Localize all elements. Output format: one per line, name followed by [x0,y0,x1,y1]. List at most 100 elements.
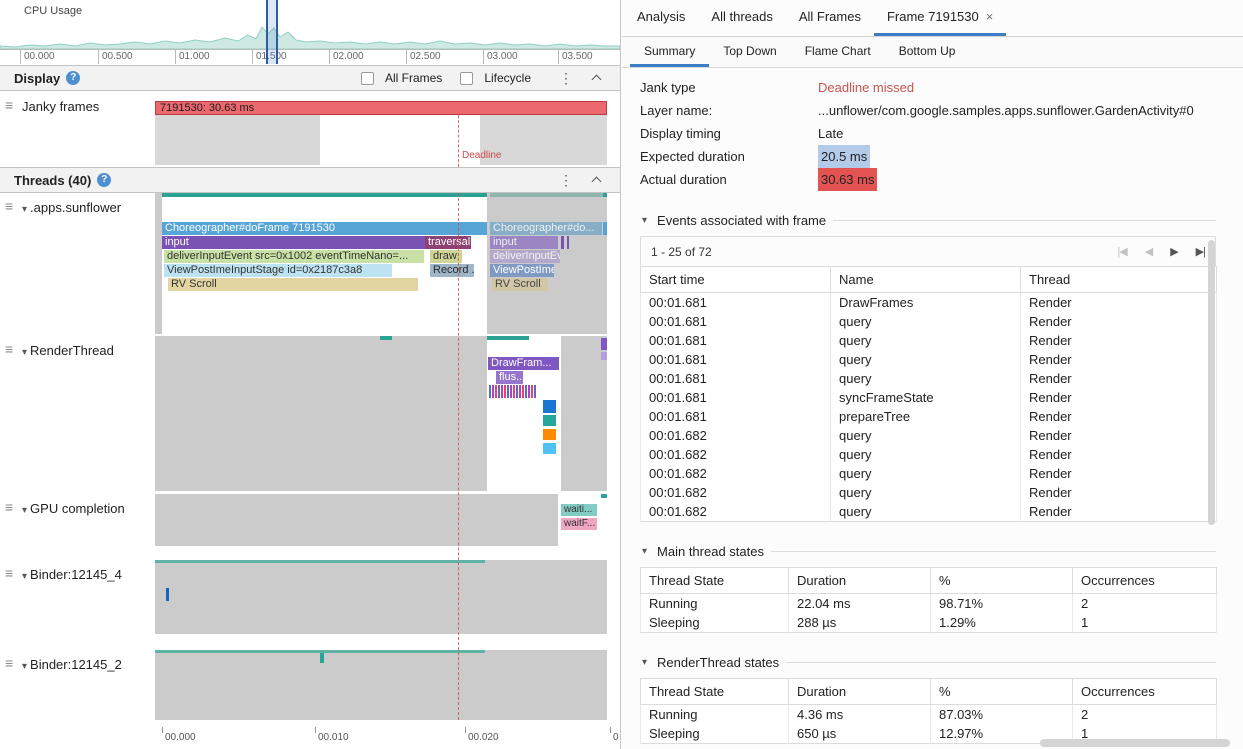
thread-name[interactable]: ▾.apps.sunflower [22,200,121,215]
cell-thread[interactable]: Render [1021,426,1217,445]
events-section-header[interactable]: ▾ Events associated with frame [642,213,1216,228]
trace-event-sliver[interactable] [603,193,607,197]
table-row[interactable]: 00:01.681 query Render [641,350,1217,369]
trace-event-block[interactable] [543,400,556,413]
cell-start-time[interactable]: 00:01.681 [641,350,831,369]
column-header[interactable]: Name [831,267,1021,293]
collapse-chevron-icon[interactable] [592,75,602,85]
section-collapse-icon[interactable]: ▾ [642,215,647,226]
cell-thread[interactable]: Render [1021,502,1217,522]
first-page-icon[interactable]: |◀ [1117,245,1126,258]
cell-name[interactable]: DrawFrames [831,293,1021,313]
help-icon[interactable]: ? [97,173,111,187]
trace-event-choreographer[interactable]: Choreographer#doFrame 7191530 [162,222,487,235]
cell-thread[interactable]: Render [1021,369,1217,388]
cell-name[interactable]: syncFrameState [831,388,1021,407]
cell-thread[interactable]: Render [1021,388,1217,407]
trace-event-wait-fence[interactable]: waitF... [561,518,597,530]
trace-event-sliver[interactable] [567,236,569,249]
collapse-chevron-icon[interactable] [592,177,602,187]
all-frames-checkbox-label[interactable]: All Frames [385,71,442,85]
trace-event-sliver[interactable] [601,352,607,360]
table-row[interactable]: 00:01.681 prepareTree Render [641,407,1217,426]
next-page-icon[interactable]: ▶ [1170,245,1177,258]
grip-icon[interactable]: ≡ [5,566,13,580]
trace-event-block[interactable] [543,443,556,454]
trace-event-deliver-input-dim[interactable]: deliverInputEven... [490,250,560,263]
grip-icon[interactable]: ≡ [5,342,13,356]
tab-analysis[interactable]: Analysis [624,0,698,36]
column-header[interactable]: Duration [789,679,931,705]
last-page-icon[interactable]: ▶| [1196,245,1205,258]
trace-event-block[interactable] [543,429,556,440]
cell-start-time[interactable]: 00:01.682 [641,445,831,464]
trace-event-input-dim[interactable]: input [490,236,558,249]
table-row[interactable]: 00:01.682 query Render [641,445,1217,464]
kebab-menu-icon[interactable]: ⋮ [549,172,583,189]
table-row[interactable]: 00:01.681 DrawFrames Render [641,293,1217,313]
table-row[interactable]: 00:01.681 query Render [641,331,1217,350]
trace-event-sliver[interactable] [166,588,169,601]
tab-bottom-up[interactable]: Bottom Up [885,37,970,67]
trace-event-traversal[interactable]: traversal [425,236,471,249]
cell-thread[interactable]: Render [1021,350,1217,369]
lifecycle-checkbox[interactable] [460,72,473,85]
cell-thread[interactable]: Render [1021,464,1217,483]
column-header[interactable]: Occurrences [1073,679,1217,705]
cell-thread[interactable]: Render [1021,293,1217,313]
kebab-menu-icon[interactable]: ⋮ [549,70,583,87]
cell-name[interactable]: prepareTree [831,407,1021,426]
trace-event-sliver[interactable] [601,494,607,498]
column-header[interactable]: Occurrences [1073,568,1217,594]
help-icon[interactable]: ? [66,71,80,85]
column-header[interactable]: Thread State [641,568,789,594]
grip-icon[interactable]: ≡ [5,500,13,514]
column-header[interactable]: Thread [1021,267,1217,293]
cell-start-time[interactable]: 00:01.681 [641,369,831,388]
column-header[interactable]: Duration [789,568,931,594]
cell-thread[interactable]: Render [1021,407,1217,426]
trace-event-choreographer-dim[interactable]: Choreographer#do... [490,222,602,235]
cell-thread[interactable]: Render [1021,331,1217,350]
trace-event-waiting[interactable]: waiti... [561,504,597,516]
tab-all-threads[interactable]: All threads [698,0,785,36]
vertical-scrollbar[interactable] [1208,240,1215,525]
cell-thread[interactable]: Render [1021,312,1217,331]
cell-name[interactable]: query [831,502,1021,522]
cell-start-time[interactable]: 00:01.681 [641,407,831,426]
trace-event-record[interactable]: Record ... [430,264,474,277]
thread-name[interactable]: ▾GPU completion [22,501,125,516]
column-header[interactable]: Start time [641,267,831,293]
trace-event-view-post-ime[interactable]: ViewPostImeInputStage id=0x2187c3a8 [164,264,392,277]
cell-start-time[interactable]: 00:01.682 [641,483,831,502]
grip-icon[interactable]: ≡ [5,656,13,670]
cell-start-time[interactable]: 00:01.682 [641,426,831,445]
janky-frame-bar[interactable]: 7191530: 30.63 ms [155,101,607,115]
cell-name[interactable]: query [831,464,1021,483]
trace-event-sliver[interactable] [603,222,607,235]
tab-flame-chart[interactable]: Flame Chart [791,37,885,67]
main-thread-states-section-header[interactable]: ▾ Main thread states [642,544,1216,559]
cell-start-time[interactable]: 00:01.681 [641,331,831,350]
section-collapse-icon[interactable]: ▾ [642,657,647,668]
column-header[interactable]: Thread State [641,679,789,705]
cell-start-time[interactable]: 00:01.682 [641,464,831,483]
table-row[interactable]: 00:01.682 query Render [641,464,1217,483]
cpu-usage-sparkline[interactable] [0,15,620,49]
trace-event-block[interactable] [543,415,556,426]
trace-event-input[interactable]: input [162,236,425,249]
trace-event-rv-scroll[interactable]: RV Scroll [168,278,418,291]
tab-summary[interactable]: Summary [630,37,709,67]
trace-event-draw[interactable]: draw [430,250,462,263]
cell-start-time[interactable]: 00:01.681 [641,388,831,407]
cell-name[interactable]: query [831,312,1021,331]
trace-event-sliver[interactable] [561,236,564,249]
lifecycle-checkbox-label[interactable]: Lifecycle [484,71,531,85]
cell-name[interactable]: query [831,445,1021,464]
horizontal-scrollbar[interactable] [1040,739,1230,747]
cell-thread[interactable]: Render [1021,445,1217,464]
table-row[interactable]: 00:01.681 query Render [641,369,1217,388]
cell-start-time[interactable]: 00:01.681 [641,293,831,313]
table-row[interactable]: 00:01.682 query Render [641,502,1217,522]
trace-event-flush[interactable]: flus... [496,371,523,384]
